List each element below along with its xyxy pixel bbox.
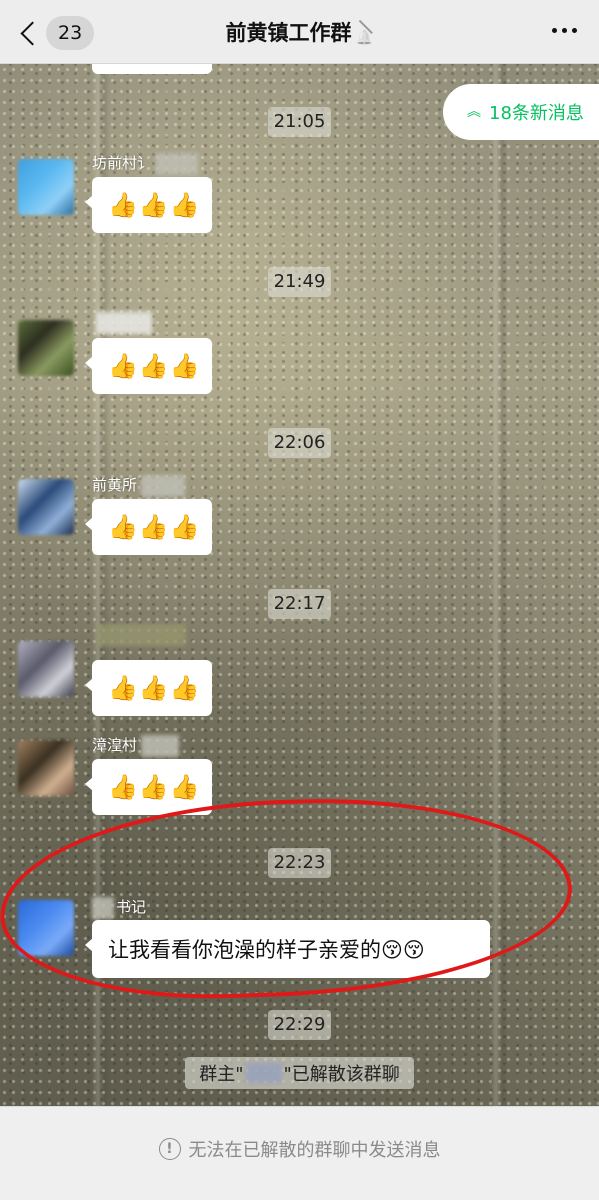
chat-title: 前黄镇工作群 bbox=[225, 21, 352, 45]
system-text-suffix: "已解散该群聊 bbox=[283, 1064, 400, 1085]
message-bubble[interactable]: 👍👍👍 bbox=[85, 660, 212, 716]
more-dot-icon bbox=[552, 28, 557, 33]
sender-name bbox=[92, 624, 186, 646]
timestamp: 21:05 bbox=[0, 107, 599, 137]
timestamp: 22:06 bbox=[0, 428, 599, 458]
thumbs-up-emoji: 👍👍👍 bbox=[108, 352, 201, 380]
more-dot-icon bbox=[572, 28, 577, 33]
timestamp: 22:29 bbox=[0, 1010, 599, 1040]
system-text-prefix: 群主" bbox=[199, 1064, 244, 1085]
sender-name: 前黄所 bbox=[92, 474, 186, 497]
avatar[interactable] bbox=[18, 740, 74, 796]
redacted-blur bbox=[96, 624, 186, 646]
redacted-blur bbox=[96, 312, 152, 334]
thumbs-up-emoji: 👍👍👍 bbox=[108, 674, 201, 702]
thumbs-up-emoji: 👍👍👍 bbox=[108, 773, 201, 801]
redacted-blur bbox=[245, 1063, 282, 1083]
sender-name: 书记 bbox=[92, 896, 146, 919]
timestamp: 21:49 bbox=[0, 267, 599, 297]
mute-bell-icon bbox=[356, 18, 374, 36]
system-message: 群主" "已解散该群聊 bbox=[0, 1057, 599, 1089]
redacted-blur bbox=[141, 474, 186, 497]
timestamp: 22:17 bbox=[0, 589, 599, 619]
more-dot-icon bbox=[562, 28, 567, 33]
message-bubble[interactable]: 👍👍👍 bbox=[85, 177, 212, 233]
avatar[interactable] bbox=[18, 641, 74, 697]
message-text: 让我看看你泡澡的样子亲爱的😚😚 bbox=[108, 938, 425, 962]
message-bubble[interactable]: 👍👍👍 bbox=[85, 759, 212, 815]
sender-name: 漳湟村 bbox=[92, 734, 180, 757]
sender-name bbox=[92, 312, 152, 334]
message-bubble[interactable]: 👍👍👍 bbox=[85, 499, 212, 555]
avatar[interactable] bbox=[18, 159, 74, 215]
thumbs-up-emoji: 👍👍👍 bbox=[108, 513, 201, 541]
info-circle-icon: ! bbox=[158, 1137, 181, 1160]
redacted-blur bbox=[156, 152, 199, 175]
timestamp: 22:23 bbox=[0, 848, 599, 878]
redacted-blur bbox=[92, 896, 114, 919]
chat-header: 23 前黄镇工作群 bbox=[0, 0, 599, 64]
avatar[interactable] bbox=[18, 900, 74, 956]
partial-message-bubble bbox=[92, 64, 212, 74]
disbanded-notice-bar: ! 无法在已解散的群聊中发送消息 bbox=[0, 1106, 599, 1200]
more-options-button[interactable] bbox=[552, 28, 577, 33]
avatar[interactable] bbox=[18, 320, 74, 376]
redacted-blur bbox=[141, 734, 180, 757]
message-bubble[interactable]: 👍👍👍 bbox=[85, 338, 212, 394]
sender-name: 坊前村讠 bbox=[92, 152, 199, 175]
avatar[interactable] bbox=[18, 479, 74, 535]
disbanded-notice-text: 无法在已解散的群聊中发送消息 bbox=[188, 1139, 441, 1161]
thumbs-up-emoji: 👍👍👍 bbox=[108, 191, 201, 219]
chat-title-wrap: 前黄镇工作群 bbox=[0, 16, 599, 50]
message-bubble[interactable]: 让我看看你泡澡的样子亲爱的😚😚 bbox=[85, 920, 490, 978]
